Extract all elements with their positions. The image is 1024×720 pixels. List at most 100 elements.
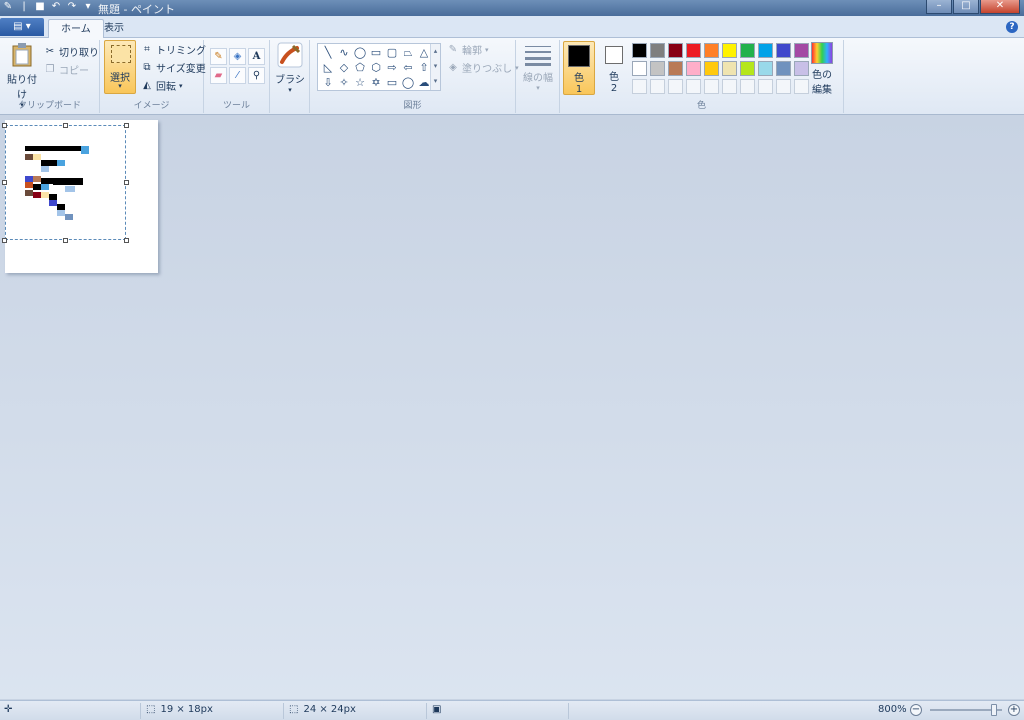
palette-swatch[interactable] [722,61,737,76]
color-picker-icon[interactable]: ⁄ [229,67,246,84]
five-point-star-shape-icon[interactable]: ☆ [352,75,368,90]
tab-view[interactable]: 表示 [92,19,136,39]
edit-colors-button[interactable]: 色の 編集 [806,42,838,96]
down-arrow-shape-icon[interactable]: ⇩ [320,75,336,90]
outline-button[interactable]: ✎ 輪郭 ▾ [447,42,489,58]
palette-swatch[interactable] [758,43,773,58]
customize-qat-icon[interactable]: ▾ [82,1,94,13]
undo-icon[interactable]: ↶ [50,1,62,13]
size-button[interactable]: 線の幅 ▾ [520,44,556,92]
palette-swatch[interactable] [758,61,773,76]
left-arrow-shape-icon[interactable]: ⇦ [400,60,416,75]
palette-swatch[interactable] [632,43,647,58]
selection-handle-tr[interactable] [124,123,129,128]
edit-colors-label-2: 編集 [812,85,832,96]
palette-swatch[interactable] [776,61,791,76]
palette-swatch[interactable] [686,43,701,58]
magnifier-icon[interactable]: ⚲ [248,67,265,84]
zoom-slider-thumb[interactable] [991,704,997,716]
color1-button[interactable]: 色 1 [563,41,595,95]
help-icon[interactable]: ? [1006,21,1018,33]
rounded-rectangle-shape-icon[interactable]: ▢ [384,45,400,60]
palette-swatch[interactable] [722,43,737,58]
chevron-down-icon: ▾ [288,86,292,94]
shapes-gallery[interactable]: ╲ ∿ ◯ ▭ ▢ ⏢ △ ◺ ◇ ⬠ ⬡ ⇨ ⇦ ⇧ ⇩ ✧ ☆ ✡ ▭ ◯ … [317,43,441,91]
diamond-shape-icon[interactable]: ◇ [336,60,352,75]
palette-swatch[interactable] [668,43,683,58]
palette-swatch[interactable] [704,43,719,58]
selection-handle-r[interactable] [124,180,129,185]
copy-button[interactable]: ❐ コピー [44,62,89,78]
curve-shape-icon[interactable]: ∿ [336,45,352,60]
selection-handle-b[interactable] [63,238,68,243]
pentagon-shape-icon[interactable]: ⬠ [352,60,368,75]
custom-color-slot[interactable] [740,79,755,94]
palette-swatch[interactable] [650,43,665,58]
crop-button[interactable]: ⌗ トリミング [141,42,206,58]
palette-swatch[interactable] [704,61,719,76]
hexagon-shape-icon[interactable]: ⬡ [368,60,384,75]
fill-button[interactable]: ◈ 塗りつぶし ▾ [447,60,518,76]
fill-bucket-icon[interactable]: ◈ [229,48,246,65]
color2-button[interactable]: 色 2 [598,41,630,95]
selection-handle-bl[interactable] [2,238,7,243]
rotate-button[interactable]: ◭ 回転 ▾ [141,78,182,94]
divider: | [22,1,26,12]
brushes-button[interactable]: ブラシ ▾ [274,42,306,94]
disk-icon: ▣ [432,704,442,715]
palette-swatch[interactable] [776,43,791,58]
polygon-shape-icon[interactable]: ⏢ [400,45,416,60]
custom-color-slot[interactable] [722,79,737,94]
palette-swatch[interactable] [740,61,755,76]
save-icon[interactable]: ■ [34,1,46,13]
cut-button[interactable]: ✂ 切り取り [44,44,99,60]
rect-callout-shape-icon[interactable]: ▭ [384,75,400,90]
right-triangle-shape-icon[interactable]: ◺ [320,60,336,75]
selection-handle-t[interactable] [63,123,68,128]
canvas-workspace[interactable] [0,116,1024,699]
right-arrow-shape-icon[interactable]: ⇨ [384,60,400,75]
maximize-button[interactable]: □ [953,0,979,14]
custom-color-slot[interactable] [668,79,683,94]
drawing-canvas[interactable] [2,120,158,273]
tool-grid: ✎ ◈ A ▰ ⁄ ⚲ [210,48,265,84]
zoom-out-button[interactable]: − [910,704,922,716]
eraser-icon[interactable]: ▰ [210,67,227,84]
palette-swatch[interactable] [632,61,647,76]
selection-handle-br[interactable] [124,238,129,243]
custom-color-slot[interactable] [632,79,647,94]
four-point-star-shape-icon[interactable]: ✧ [336,75,352,90]
custom-color-slot[interactable] [650,79,665,94]
cursor-position: ✛ [4,704,12,715]
redo-icon[interactable]: ↷ [66,1,78,13]
oval-shape-icon[interactable]: ◯ [352,45,368,60]
zoom-in-button[interactable]: + [1008,704,1020,716]
color-wheel-icon [811,42,833,64]
selection-handle-tl[interactable] [2,123,7,128]
selection-handle-l[interactable] [2,180,7,185]
custom-color-slot[interactable] [686,79,701,94]
color1-number: 1 [575,84,583,95]
palette-swatch[interactable] [686,61,701,76]
rectangle-shape-icon[interactable]: ▭ [368,45,384,60]
custom-color-slot[interactable] [776,79,791,94]
selection-size: ⬚ 19 × 18px [146,704,213,715]
custom-color-slot[interactable] [758,79,773,94]
shapes-scrollbar[interactable]: ▴ ▾ ▾ [430,44,440,90]
app-menu-button[interactable]: ▤ ▾ [0,18,44,36]
line-shape-icon[interactable]: ╲ [320,45,336,60]
custom-color-slot[interactable] [704,79,719,94]
text-tool-icon[interactable]: A [248,48,265,65]
palette-swatch[interactable] [668,61,683,76]
rotate-icon: ◭ [143,79,151,91]
selection-outline[interactable] [5,125,126,240]
six-point-star-shape-icon[interactable]: ✡ [368,75,384,90]
select-button[interactable]: 選択 ▾ [104,40,136,94]
oval-callout-shape-icon[interactable]: ◯ [400,75,416,90]
palette-swatch[interactable] [650,61,665,76]
palette-swatch[interactable] [740,43,755,58]
resize-button[interactable]: ⧉ サイズ変更 [141,60,205,76]
close-button[interactable]: ✕ [980,0,1020,14]
minimize-button[interactable]: – [926,0,952,14]
pencil-icon[interactable]: ✎ [210,48,227,65]
